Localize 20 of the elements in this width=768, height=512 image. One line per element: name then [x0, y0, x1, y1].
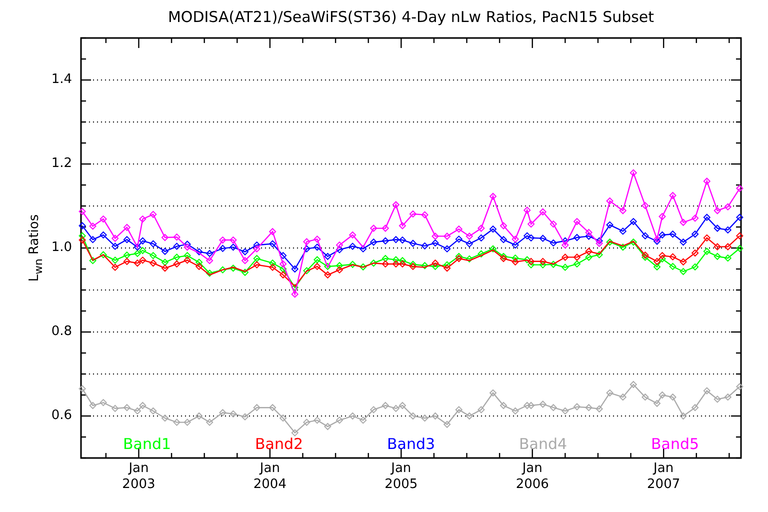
legend-label: Band5: [650, 437, 700, 452]
axis-tick-label: 0.6: [50, 408, 72, 424]
axis-tick-label: Jan: [258, 461, 281, 477]
axis-tick-label: 2007: [646, 477, 682, 493]
axis-tick-label: 0.8: [50, 324, 72, 340]
axis-tick-label: Jan: [127, 461, 150, 477]
axis-tick-label: Jan: [390, 461, 412, 477]
axis-tick-label: 2003: [121, 477, 156, 493]
axis-tick-label: 2005: [384, 477, 419, 493]
legend-label: Band4: [518, 437, 568, 452]
axis-tick-label: 2006: [514, 477, 550, 493]
axis-tick-label: Jan: [520, 461, 544, 477]
legend-label: Band1: [122, 437, 172, 452]
legend-label: Band3: [386, 437, 436, 452]
axis-tick-label: 1.4: [50, 72, 72, 88]
axis-tick-label: 2004: [252, 477, 288, 493]
legend-label: Band2: [254, 437, 304, 452]
axis-tick-label: 1.2: [50, 156, 72, 172]
chart-title: MODISA(AT21)/SeaWiFS(ST36) 4-Day nLw Ratios, PacN15 Subset: [168, 8, 654, 26]
axis-tick-label: Jan: [652, 461, 675, 477]
